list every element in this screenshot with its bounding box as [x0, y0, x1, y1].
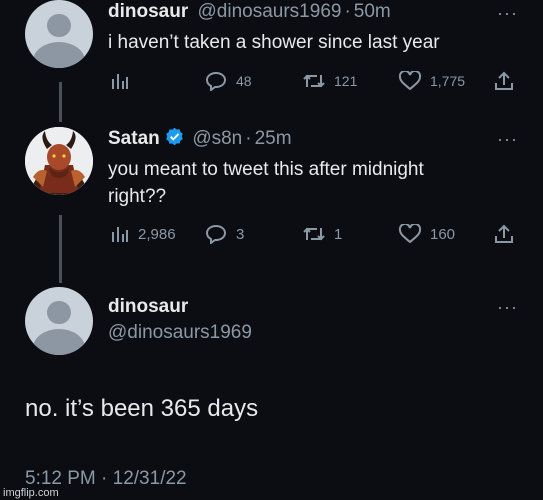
tweet-text-line-2: right?? — [108, 186, 167, 207]
display-name[interactable]: Satan — [108, 128, 160, 149]
avatar-body-shape — [33, 42, 85, 68]
display-name[interactable]: dinosaur — [108, 296, 188, 318]
share-icon — [495, 224, 513, 243]
display-name[interactable]: dinosaur — [108, 1, 188, 22]
reply-count: 3 — [236, 225, 245, 243]
retweet-button[interactable]: 1 — [302, 224, 342, 244]
avatar-head-shape — [47, 13, 71, 37]
views-count: 2,986 — [138, 225, 176, 243]
heart-icon — [398, 71, 422, 91]
share-button[interactable] — [494, 224, 514, 244]
tweet-text-line-1: you meant to tweet this after midnight — [108, 159, 424, 180]
reply-button[interactable]: 48 — [206, 71, 252, 91]
share-icon — [495, 71, 513, 90]
like-button[interactable]: 1,775 — [398, 71, 465, 91]
reply-count: 48 — [236, 73, 252, 89]
more-options-icon[interactable]: ··· — [497, 130, 518, 148]
retweet-count: 121 — [334, 73, 358, 89]
main-tweet-text: no. it’s been 365 days — [25, 395, 259, 422]
views-button[interactable] — [110, 71, 138, 91]
user-handle[interactable]: @dinosaurs1969 — [198, 1, 342, 22]
thread-connector-line — [59, 82, 62, 122]
avatar[interactable] — [25, 127, 93, 195]
satan-avatar-illustration — [25, 127, 93, 195]
user-handle[interactable]: @dinosaurs1969 — [108, 322, 252, 344]
thread-connector-line — [59, 215, 62, 283]
analytics-icon — [112, 227, 128, 242]
like-button[interactable]: 160 — [398, 224, 455, 244]
avatar[interactable] — [25, 0, 93, 68]
retweet-button[interactable]: 121 — [302, 71, 357, 91]
more-options-icon[interactable]: ··· — [497, 298, 518, 316]
tweet-header: dinosaur @dinosaurs1969 · 50m — [108, 1, 391, 23]
reply-icon — [206, 71, 227, 91]
tweet-text: i haven’t taken a shower since last year — [108, 32, 440, 53]
views-button[interactable]: 2,986 — [110, 224, 176, 244]
reply-button[interactable]: 3 — [206, 224, 244, 244]
separator-dot: · — [344, 1, 351, 22]
tweet-time[interactable]: 50m — [354, 1, 391, 22]
user-handle[interactable]: @s8n — [192, 128, 242, 149]
retweet-icon — [303, 227, 325, 241]
tweet-time[interactable]: 25m — [255, 128, 292, 149]
separator-dot: · — [245, 128, 252, 149]
like-count: 160 — [430, 225, 456, 243]
reply-icon — [206, 224, 227, 244]
retweet-icon — [303, 74, 325, 88]
retweet-count: 1 — [334, 225, 343, 243]
heart-icon — [398, 224, 422, 244]
avatar[interactable] — [25, 287, 93, 355]
like-count: 1,775 — [430, 73, 466, 89]
avatar-head-shape — [47, 300, 71, 324]
analytics-icon — [112, 74, 128, 89]
avatar-body-shape — [33, 329, 85, 355]
verified-badge-icon — [166, 127, 183, 146]
share-button[interactable] — [494, 71, 514, 91]
imgflip-watermark: imgflip.com — [3, 487, 59, 499]
tweet-header: Satan @s8n · 25m — [108, 127, 292, 150]
more-options-icon[interactable]: ··· — [497, 4, 518, 22]
